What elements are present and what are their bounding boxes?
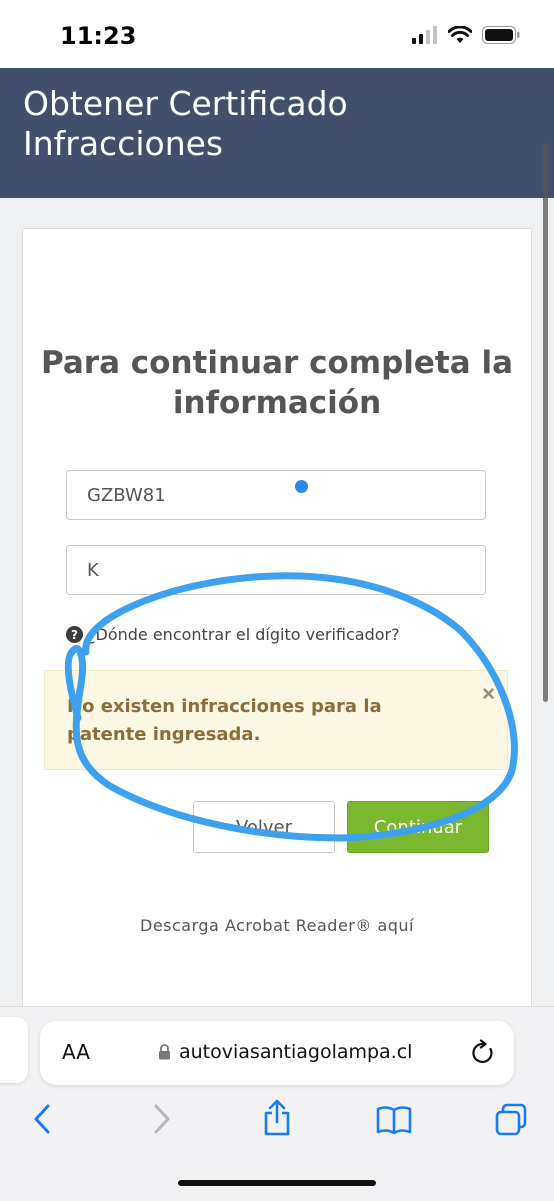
page-header: Obtener Certificado Infracciones	[0, 68, 554, 198]
browser-toolbar: AA autoviasantiagolampa.cl	[0, 1006, 554, 1201]
text-size-button[interactable]: AA	[62, 1040, 90, 1064]
check-digit-input-value: K	[87, 559, 99, 581]
tabs-icon[interactable]	[494, 1103, 528, 1137]
navigation-toolbar	[0, 1099, 554, 1143]
status-bar: 11:23	[0, 0, 554, 68]
bookmarks-icon[interactable]	[376, 1105, 412, 1135]
share-icon[interactable]	[262, 1099, 292, 1137]
lock-icon	[159, 1044, 170, 1060]
touch-indicator	[295, 480, 308, 493]
scrollbar[interactable]	[543, 142, 548, 702]
back-button[interactable]: Volver	[193, 801, 335, 853]
check-digit-input[interactable]: K	[66, 545, 486, 595]
acrobat-reader-link[interactable]: Descarga Acrobat Reader® aquí	[23, 916, 531, 935]
forward-arrow-icon[interactable]	[152, 1103, 172, 1135]
back-arrow-icon[interactable]	[32, 1103, 52, 1135]
plate-input-value: GZBW81	[87, 484, 166, 506]
page-title: Obtener Certificado Infracciones	[23, 84, 348, 163]
help-link-text: ¿Dónde encontrar el dígito verificador?	[87, 625, 400, 644]
status-time: 11:23	[60, 22, 137, 50]
reload-icon[interactable]	[470, 1039, 496, 1067]
home-indicator[interactable]	[178, 1180, 376, 1186]
alert-message: No existen infracciones para la patente …	[67, 696, 382, 745]
continue-button[interactable]: Continuar	[347, 801, 489, 853]
plate-input[interactable]: GZBW81	[66, 470, 486, 520]
url-display[interactable]: autoviasantiagolampa.cl	[158, 1041, 412, 1063]
warning-alert: No existen infracciones para la patente …	[44, 670, 508, 770]
form-card: Para continuar completa la información G…	[22, 228, 532, 1030]
question-icon: ?	[66, 626, 83, 643]
wifi-icon	[448, 26, 472, 43]
form-heading: Para continuar completa la información	[40, 345, 514, 421]
address-bar[interactable]: AA autoviasantiagolampa.cl	[40, 1021, 514, 1085]
close-icon[interactable]: ×	[482, 681, 495, 707]
status-icons	[412, 26, 520, 44]
battery-icon	[482, 26, 520, 44]
previous-tab-preview[interactable]	[0, 1017, 28, 1083]
url-text: autoviasantiagolampa.cl	[179, 1041, 413, 1063]
signal-icon	[412, 26, 437, 44]
check-digit-help-link[interactable]: ? ¿Dónde encontrar el dígito verificador…	[66, 625, 400, 644]
